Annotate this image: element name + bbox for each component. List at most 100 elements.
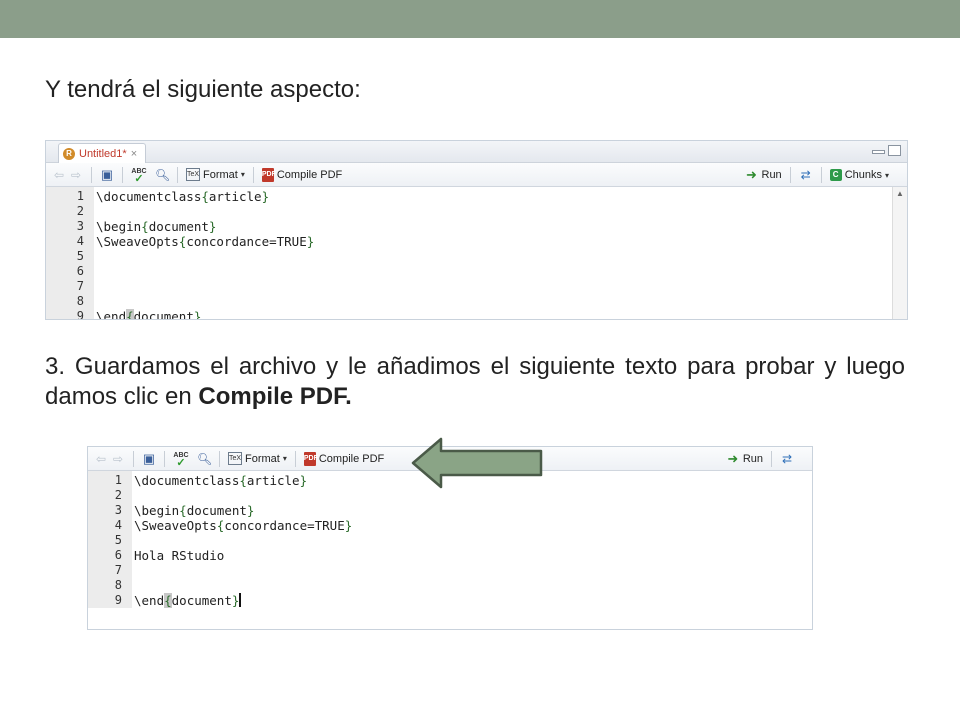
slide-top-bar [0,0,960,38]
scroll-up-icon[interactable]: ▲ [893,187,907,201]
code-text[interactable]: \documentclass{article} \begin{document}… [132,471,812,608]
tex-icon: TeX [228,452,242,465]
format-menu[interactable]: TeX Format ▾ [186,168,245,181]
line-number: 9 [114,593,122,607]
run-arrow-icon: ➜ [746,167,757,182]
run-label: Run [742,453,763,465]
line-number: 1 [114,473,122,487]
code-text[interactable]: \documentclass{article} \begin{document}… [94,187,907,319]
format-label: Format [203,168,238,181]
code-line: \begin{document} [134,503,255,518]
code-line: \SweaveOpts{concordance=TRUE} [96,234,315,249]
slide-heading: Y tendrá el siguiente aspecto: [45,76,361,103]
line-number: 2 [76,204,84,218]
code-area[interactable]: 1 2 3 4 5 6 7 8 9 \documentclass{article… [88,471,812,608]
line-number: 8 [76,294,84,308]
toolbar-divider [820,167,822,183]
code-line: \begin{document} [96,219,217,234]
nav-arrows: ⇦ ⇨ [52,168,83,182]
vertical-scrollbar[interactable]: ▲ [892,187,907,319]
line-number-gutter: 1 2 3 4 5 6 7 8 9 [46,187,94,320]
line-number: 2 [114,488,122,502]
forward-arrow-icon[interactable]: ⇨ [111,452,125,466]
spellcheck-button[interactable]: ABC ✓ [131,167,147,185]
tab-label: Untitled1* [79,147,127,160]
compile-pdf-button[interactable]: PDF Compile PDF [261,167,343,182]
compile-pdf-button[interactable]: PDF Compile PDF [303,451,385,466]
line-number: 7 [76,279,84,293]
line-number: 4 [114,518,122,532]
compile-label: Compile PDF [318,452,385,465]
code-line: \documentclass{article} [96,189,270,204]
toolbar-right: ➜ Run ⇄ C Chunks ▾ [745,163,898,187]
chevron-down-icon: ▾ [240,170,245,179]
line-number: 4 [76,234,84,248]
line-number: 3 [76,219,84,233]
find-button[interactable]: 🔍︎ [155,167,171,182]
code-line: Hola RStudio [134,548,225,563]
toolbar-right: ➜ Run ⇄ [726,447,802,471]
magnifier-icon: 🔍︎ [155,167,171,182]
line-number: 9 [76,309,84,320]
forward-arrow-icon[interactable]: ⇨ [69,168,83,182]
run-button[interactable]: ➜ Run [745,168,782,182]
back-arrow-icon[interactable]: ⇦ [94,452,108,466]
line-number-gutter: 1 2 3 4 5 6 7 8 9 [88,471,132,608]
run-arrow-icon: ➜ [727,451,739,466]
line-number: 6 [76,264,84,278]
run-button[interactable]: ➜ Run [726,452,763,466]
format-menu[interactable]: TeX Format ▾ [228,452,287,465]
run-label: Run [761,169,782,181]
toolbar-divider [219,450,220,467]
source-editor-1: R Untitled1* × ⇦ ⇨ ▣ ABC ✓ 🔍︎ TeX Format … [45,140,908,320]
arrow-shape [411,437,543,489]
tab-untitled1[interactable]: R Untitled1* × [58,143,147,163]
chunk-icon: C [829,169,842,181]
chevron-down-icon: ▾ [282,454,287,463]
back-arrow-icon[interactable]: ⇦ [52,168,66,182]
line-number: 5 [114,533,122,547]
text-cursor [239,593,242,607]
code-line: \end{document} [96,309,907,319]
line-number: 3 [114,503,122,517]
compile-label: Compile PDF [276,168,343,181]
toolbar-divider [177,166,178,183]
toolbar-divider [122,166,123,183]
find-button[interactable]: 🔍︎ [197,452,212,466]
toolbar-divider [164,450,165,467]
window-controls [872,145,901,156]
line-number: 6 [114,548,122,562]
minimize-button[interactable] [872,150,885,154]
left-arrow-annotation-icon [411,437,543,489]
spellcheck-icon: ABC ✓ [131,167,147,185]
line-number: 8 [114,578,122,592]
slide-paragraph: 3. Guardamos el archivo y le añadimos el… [45,352,905,412]
code-line: \end{document} [134,593,242,608]
rerun-button[interactable]: ⇄ [780,452,794,466]
code-area[interactable]: 1 2 3 4 5 6 7 8 9 \documentclass{article… [46,187,907,320]
maximize-button[interactable] [888,145,901,156]
paragraph-bold: Compile PDF. [198,383,352,410]
close-icon[interactable]: × [131,148,137,160]
floppy-icon: ▣ [142,450,156,466]
chunks-menu[interactable]: C Chunks ▾ [829,169,889,181]
save-button[interactable]: ▣ [142,450,156,466]
editor-tab-bar: R Untitled1* × [46,141,907,163]
pdf-icon: PDF [261,167,276,182]
rerun-button[interactable]: ⇄ [799,168,813,182]
toolbar-divider [789,167,791,183]
rnw-file-icon: R [63,147,75,160]
save-button[interactable]: ▣ [100,166,114,182]
rerun-icon: ⇄ [800,168,811,182]
toolbar-divider [294,450,296,467]
floppy-icon: ▣ [100,166,114,182]
spellcheck-icon: ABC ✓ [173,451,189,469]
spellcheck-button[interactable]: ABC ✓ [173,451,189,469]
